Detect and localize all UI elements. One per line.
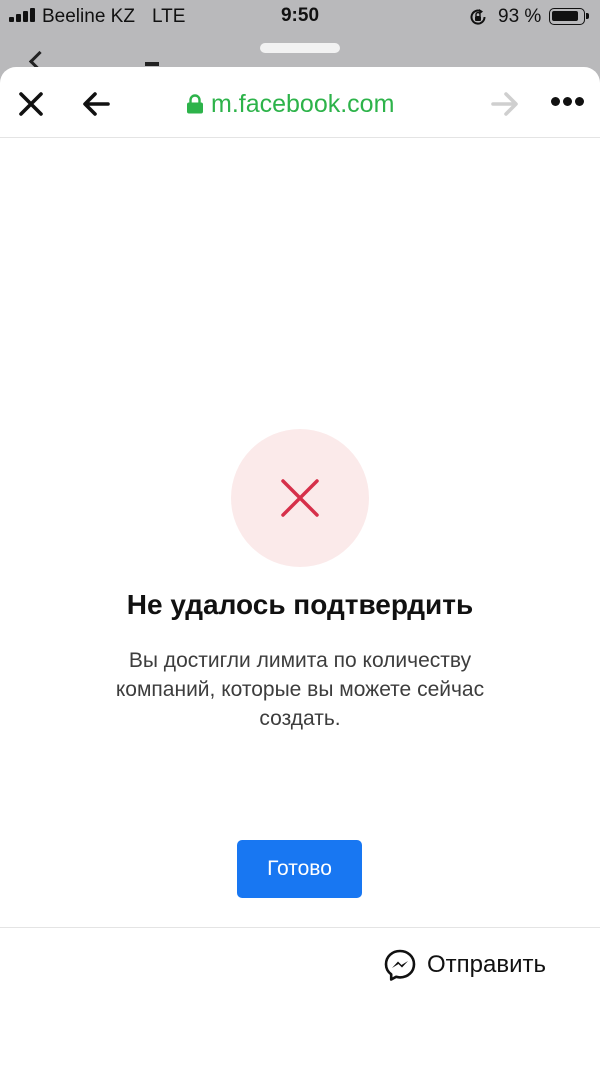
error-badge [231,429,369,567]
send-button[interactable]: Отправить [383,948,546,982]
sheet-handle[interactable] [260,43,340,53]
back-arrow-icon[interactable] [80,88,112,120]
rotation-lock-icon [470,9,486,25]
background-title-fragment [145,62,159,66]
more-icon[interactable] [549,96,585,108]
close-icon[interactable] [14,87,48,121]
lock-icon [187,94,203,114]
address-bar[interactable]: m.facebook.com [186,87,394,121]
battery-percent: 93 % [498,6,542,27]
url-text: m.facebook.com [211,89,395,118]
error-title: Не удалось подтвердить [126,589,474,620]
forward-arrow-icon [491,92,518,116]
send-label: Отправить [427,951,547,978]
messenger-icon [384,949,416,981]
browser-toolbar: m.facebook.com [0,67,600,138]
error-x-icon [281,479,319,517]
done-button[interactable]: Готово [237,840,362,898]
battery-icon [549,8,589,25]
battery-level [552,11,578,21]
status-bar: Beeline KZ LTE 9:50 93 % [0,0,600,34]
bottom-share-bar: Отправить [0,927,600,1000]
error-message: Вы достигли лимита по количеству компани… [115,649,485,730]
